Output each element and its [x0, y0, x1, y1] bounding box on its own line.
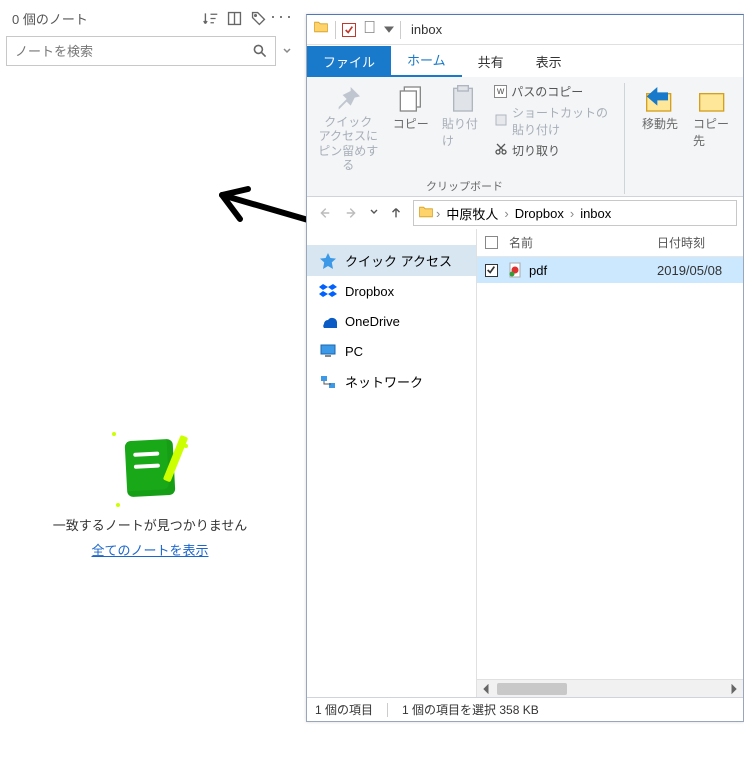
search-options-icon[interactable] — [280, 46, 294, 56]
copy-label: コピー — [393, 115, 429, 132]
copy-to-icon — [697, 83, 729, 115]
nav-up-button[interactable] — [385, 202, 407, 224]
empty-note-icon — [125, 439, 176, 497]
ribbon: クイック アクセスにピン留めする コピー 貼り付け wパスのコピー ショートカッ… — [307, 77, 743, 197]
scissors-icon — [494, 142, 508, 159]
copy-to-button[interactable]: コピー先 — [693, 83, 733, 149]
no-results-area: 一致するノートが見つかりません 全てのノートを表示 — [0, 440, 300, 560]
horizontal-scrollbar[interactable] — [477, 679, 743, 697]
tree-label: クイック アクセス — [345, 251, 452, 270]
qat-new-icon[interactable] — [362, 19, 378, 40]
nav-forward-button[interactable] — [341, 202, 363, 224]
file-explorer-window: inbox ファイル ホーム 共有 表示 クイック アクセスにピン留めする コピ… — [306, 14, 744, 722]
notes-search-box[interactable] — [6, 36, 276, 66]
star-icon — [319, 252, 337, 270]
explorer-titlebar: inbox — [307, 15, 743, 45]
tree-label: Dropbox — [345, 284, 394, 299]
pin-label: クイック アクセスにピン留めする — [317, 115, 380, 173]
tab-home[interactable]: ホーム — [391, 44, 462, 77]
paste-shortcut-button[interactable]: ショートカットの貼り付け — [494, 104, 612, 138]
shortcut-icon — [494, 113, 508, 130]
search-input[interactable] — [7, 44, 245, 59]
tree-network[interactable]: ネットワーク — [307, 366, 476, 397]
scroll-right-icon[interactable] — [725, 680, 743, 698]
row-checkbox[interactable] — [477, 264, 505, 277]
breadcrumb-0[interactable]: 中原牧人 — [442, 204, 502, 223]
breadcrumb-2[interactable]: inbox — [576, 206, 615, 221]
show-all-notes-link[interactable]: 全てのノートを表示 — [91, 540, 208, 559]
paste-label: 貼り付け — [442, 115, 484, 149]
pc-icon — [319, 342, 337, 360]
view-columns-icon[interactable] — [222, 6, 246, 30]
header-name[interactable]: 名前 — [505, 234, 657, 251]
status-bar: 1 個の項目 1 個の項目を選択 358 KB — [307, 697, 743, 721]
address-folder-icon — [418, 204, 434, 223]
pin-quick-access-button[interactable]: クイック アクセスにピン留めする — [317, 83, 380, 173]
status-selection: 1 個の項目を選択 358 KB — [402, 701, 539, 718]
tree-dropbox[interactable]: Dropbox — [307, 276, 476, 306]
nav-history-icon[interactable] — [369, 204, 379, 222]
move-arrow-icon — [644, 83, 676, 115]
window-title: inbox — [407, 22, 442, 37]
copy-button[interactable]: コピー — [390, 83, 432, 132]
copy-to-label: コピー先 — [693, 115, 733, 149]
address-bar[interactable]: › 中原牧人 › Dropbox › inbox — [413, 200, 737, 226]
address-bar-row: › 中原牧人 › Dropbox › inbox — [307, 197, 743, 229]
paste-button[interactable]: 貼り付け — [442, 83, 484, 149]
pdf-icon — [505, 262, 525, 278]
search-row — [0, 36, 300, 74]
clipboard-group-label: クリップボード — [426, 174, 503, 194]
tree-quick-access[interactable]: クイック アクセス — [307, 245, 476, 276]
qat-check-icon[interactable] — [342, 23, 356, 37]
paste-icon — [447, 83, 479, 115]
nav-back-button[interactable] — [313, 202, 335, 224]
breadcrumb-1[interactable]: Dropbox — [511, 206, 568, 221]
search-icon[interactable] — [245, 43, 275, 59]
file-row[interactable]: pdf 2019/05/08 — [477, 257, 743, 283]
path-icon: w — [494, 85, 507, 98]
status-item-count: 1 個の項目 — [315, 701, 373, 718]
notes-panel: 0 個のノート ··· 一致するノートが見つかりません 全て — [0, 0, 300, 768]
tree-pc[interactable]: PC — [307, 336, 476, 366]
move-to-button[interactable]: 移動先 — [637, 83, 683, 132]
cut-button[interactable]: 切り取り — [494, 142, 612, 159]
folder-icon — [313, 19, 329, 40]
tree-label: ネットワーク — [345, 372, 423, 391]
header-date[interactable]: 日付時刻 — [657, 234, 743, 251]
file-list-header: 名前 日付時刻 — [477, 229, 743, 257]
explorer-content: クイック アクセス Dropbox OneDrive PC ネットワーク — [307, 229, 743, 697]
tree-label: PC — [345, 344, 363, 359]
file-date: 2019/05/08 — [657, 263, 743, 278]
network-icon — [319, 373, 337, 391]
header-checkbox[interactable] — [477, 236, 505, 249]
tab-share[interactable]: 共有 — [462, 46, 520, 77]
copy-icon — [395, 83, 427, 115]
notes-topbar: 0 個のノート ··· — [0, 0, 300, 36]
tree-onedrive[interactable]: OneDrive — [307, 306, 476, 336]
onedrive-icon — [319, 312, 337, 330]
tree-label: OneDrive — [345, 314, 400, 329]
nav-tree: クイック アクセス Dropbox OneDrive PC ネットワーク — [307, 229, 477, 697]
qat-dropdown-icon[interactable] — [384, 21, 394, 39]
tab-view[interactable]: 表示 — [520, 46, 578, 77]
move-to-label: 移動先 — [642, 115, 678, 132]
dropbox-icon — [319, 282, 337, 300]
ribbon-tabs: ファイル ホーム 共有 表示 — [307, 45, 743, 77]
sort-icon[interactable] — [198, 6, 222, 30]
scroll-left-icon[interactable] — [477, 680, 495, 698]
more-icon[interactable]: ··· — [270, 6, 294, 30]
notes-count-label: 0 個のノート — [6, 9, 198, 28]
copy-path-button[interactable]: wパスのコピー — [494, 83, 612, 100]
scroll-thumb[interactable] — [497, 683, 567, 695]
tag-icon[interactable] — [246, 6, 270, 30]
clipboard-small-actions: wパスのコピー ショートカットの貼り付け 切り取り — [494, 83, 612, 159]
file-list: 名前 日付時刻 pdf 2019/05/08 — [477, 229, 743, 697]
pin-icon — [332, 83, 364, 115]
tab-file[interactable]: ファイル — [307, 46, 391, 77]
file-name: pdf — [525, 263, 657, 278]
no-results-message: 一致するノートが見つかりません — [0, 515, 300, 534]
